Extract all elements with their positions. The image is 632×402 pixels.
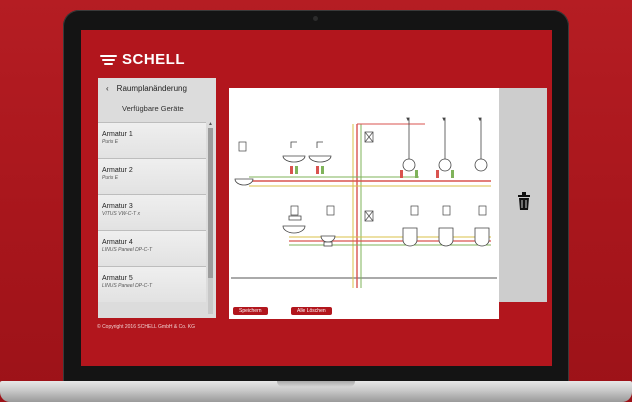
urinal-icon [402, 118, 488, 172]
schell-logo: SCHELL [100, 51, 185, 68]
webcam [313, 16, 318, 21]
scroll-up-icon[interactable]: ▲ [208, 122, 213, 127]
trash-drop-zone[interactable] [499, 88, 547, 302]
plumbing-schematic: ▼ ▼ ▼ [231, 117, 497, 288]
device-name: Armatur 5 [102, 275, 133, 282]
device-sidebar: ‹ Raumplanänderung Verfügbare Geräte Arm… [98, 78, 216, 318]
urinal-icon [402, 227, 490, 247]
device-list: Armatur 1 Puris E Armatur 2 Puris E Arma… [98, 122, 206, 302]
copyright-notice: © Copyright 2016 SCHELL GmbH & Co. KG [97, 324, 195, 330]
device-model: VITUS VW-C-T x [102, 211, 140, 217]
sensor-icon: ▼ ▼ ▼ [405, 117, 483, 123]
washbasin-icon [282, 141, 332, 163]
device-model: LINUS Paneel DP-C-T [102, 247, 153, 253]
back-to-room-plan[interactable]: ‹ Raumplanänderung [98, 78, 216, 98]
washbasin-icon [282, 215, 306, 234]
device-model: LINUS Paneel DP-C-T [102, 283, 153, 289]
section-title: Verfügbare Geräte [122, 103, 184, 113]
laptop-base [0, 381, 632, 402]
app-screen: SCHELL ‹ Raumplanänderung Verfügbare Ger… [81, 30, 552, 366]
svg-text:▼: ▼ [405, 117, 411, 123]
device-model: Puris E [102, 175, 119, 181]
back-label: Raumplanänderung [116, 83, 187, 93]
control-panel-icon [238, 141, 487, 216]
clear-all-button[interactable]: Alle Löschen [291, 307, 332, 315]
room-plan-canvas[interactable]: ▼ ▼ ▼ [229, 88, 499, 319]
svg-text:▼: ▼ [477, 117, 483, 123]
chevron-left-icon: ‹ [106, 83, 109, 93]
save-button[interactable]: Speichern [233, 307, 268, 315]
base-notch [277, 381, 355, 387]
svg-text:▼: ▼ [441, 117, 447, 123]
list-item[interactable]: Armatur 1 Puris E [98, 122, 206, 158]
scroll-thumb[interactable] [208, 128, 213, 278]
sidebar-scrollbar[interactable] [208, 128, 213, 314]
device-model: Puris E [102, 139, 119, 145]
list-item[interactable]: Armatur 2 Puris E [98, 158, 206, 194]
device-name: Armatur 1 [102, 131, 133, 138]
device-name: Armatur 4 [102, 239, 133, 246]
trash-icon[interactable] [517, 192, 531, 210]
device-name: Armatur 2 [102, 167, 133, 174]
list-item[interactable]: Armatur 3 VITUS VW-C-T x [98, 194, 206, 230]
list-item[interactable]: Armatur 5 LINUS Paneel DP-C-T [98, 266, 206, 302]
list-item[interactable]: Armatur 4 LINUS Paneel DP-C-T [98, 230, 206, 266]
device-name: Armatur 3 [102, 203, 133, 210]
washbasin-icon [234, 178, 254, 186]
logo-text: SCHELL [122, 51, 185, 68]
logo-mark-icon [100, 53, 117, 67]
